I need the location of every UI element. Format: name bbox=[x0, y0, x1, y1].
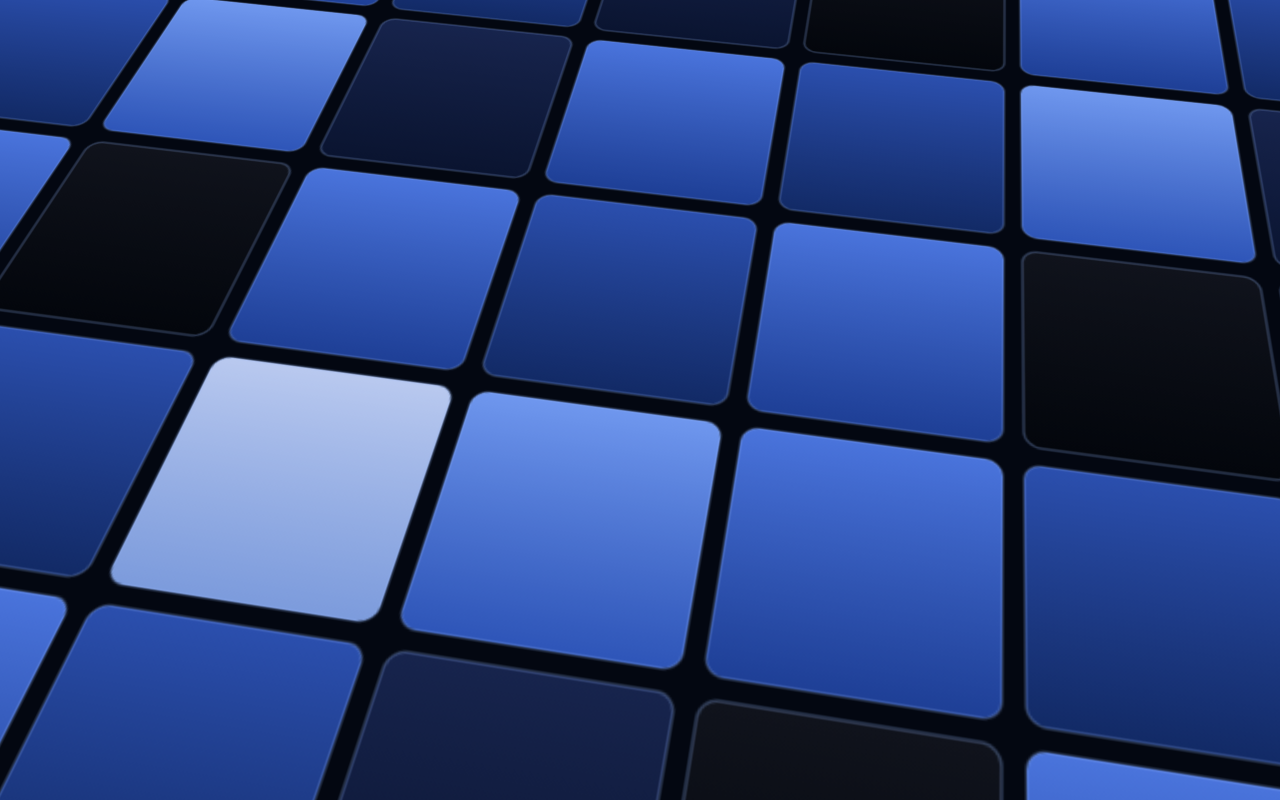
text-editor-icon bbox=[107, 5, 130, 28]
search-icon bbox=[366, 412, 396, 442]
kali-menu-button[interactable] bbox=[0, 0, 36, 33]
workspace-4[interactable]: 4 bbox=[314, 0, 344, 33]
search-input[interactable]: firefox www.kali bbox=[407, 411, 924, 443]
desktop-icon-label: Home bbox=[42, 105, 77, 119]
firefox-launcher-button[interactable] bbox=[135, 0, 168, 33]
close-icon bbox=[918, 383, 926, 391]
workspace-3[interactable]: 3 bbox=[284, 0, 314, 33]
workspace-1[interactable]: 1 bbox=[224, 0, 254, 33]
window-controls bbox=[868, 379, 930, 395]
battery-icon bbox=[1051, 10, 1072, 24]
volume-button[interactable] bbox=[1081, 0, 1110, 33]
taskbar-application-finder-button[interactable] bbox=[357, 0, 391, 33]
wallpaper-glow bbox=[0, 470, 580, 800]
home-icon bbox=[32, 48, 88, 100]
preferences-button[interactable]: Preferences bbox=[366, 454, 478, 479]
file-manager-icon bbox=[74, 5, 97, 28]
lock-screen-button[interactable] bbox=[1222, 0, 1248, 33]
logout-button[interactable] bbox=[1248, 0, 1280, 33]
desktop-icon-home[interactable]: Home bbox=[14, 48, 106, 119]
terminal-dropdown-launcher-button[interactable] bbox=[168, 0, 211, 33]
kali-live-disc-icon bbox=[32, 345, 88, 397]
arrow-down-icon[interactable] bbox=[901, 420, 915, 435]
panel-clock[interactable]: 5:50 bbox=[1173, 9, 1222, 24]
window-titlebar[interactable]: Application Finder bbox=[353, 373, 937, 400]
battery-indicator-button[interactable] bbox=[1046, 0, 1077, 33]
gear-icon bbox=[377, 460, 391, 474]
desktop-icon-list: Home File System Trash bbox=[14, 48, 106, 515]
kali-menu-icon bbox=[5, 4, 31, 30]
desktop-icon-kali-live[interactable]: Kali Live bbox=[14, 345, 106, 416]
desktop-icon-file-system[interactable]: File System bbox=[14, 147, 106, 218]
dialog-body: firefox www.kali Preferenc bbox=[353, 400, 937, 492]
volume-icon bbox=[1086, 9, 1105, 25]
text-editor-launcher-button[interactable] bbox=[102, 0, 135, 33]
panel-separator bbox=[217, 6, 218, 28]
application-finder-icon bbox=[360, 379, 375, 394]
updates-icon bbox=[1150, 8, 1168, 26]
workspace-2[interactable]: 2 bbox=[254, 0, 284, 33]
lock-icon bbox=[1227, 8, 1243, 25]
maximize-button[interactable] bbox=[891, 379, 907, 395]
launch-icon bbox=[849, 459, 864, 474]
chevron-down-icon bbox=[197, 13, 206, 20]
terminal-dropdown-icon bbox=[173, 6, 194, 27]
power-icon bbox=[1253, 8, 1270, 25]
notifications-icon bbox=[1119, 9, 1136, 25]
desktop-icon-label: Floppy Disk bbox=[25, 501, 95, 515]
close-button[interactable] bbox=[914, 379, 930, 395]
desktop-icon-floppy-disk[interactable]: Floppy Disk bbox=[14, 444, 106, 515]
desktop-icon-trash[interactable]: Trash bbox=[14, 246, 106, 317]
file-manager-launcher-button[interactable] bbox=[69, 0, 102, 33]
trash-icon bbox=[32, 246, 88, 298]
launch-button[interactable]: Launch bbox=[838, 454, 924, 479]
updates-indicator-button[interactable] bbox=[1145, 0, 1173, 33]
text-caret bbox=[523, 419, 524, 435]
terminal-launcher-button[interactable] bbox=[36, 0, 69, 33]
terminal-window-icon bbox=[41, 5, 64, 28]
search-row: firefox www.kali bbox=[366, 411, 924, 443]
launch-button-label: Launch bbox=[870, 459, 913, 474]
floppy-disk-icon bbox=[32, 444, 88, 496]
panel-separator bbox=[350, 6, 351, 28]
firefox-icon bbox=[140, 5, 163, 28]
button-row: Preferences Launch bbox=[366, 454, 924, 479]
application-finder-icon bbox=[364, 7, 384, 27]
top-panel: 1 2 3 4 bbox=[0, 0, 1280, 33]
system-tray bbox=[1046, 0, 1173, 33]
application-finder-window: Application Finder firefox www.kali bbox=[352, 372, 938, 493]
window-title: Application Finder bbox=[353, 380, 937, 394]
search-input-value: firefox www.kali bbox=[419, 420, 522, 435]
file-system-icon bbox=[32, 147, 88, 199]
notifications-button[interactable] bbox=[1114, 0, 1141, 33]
desktop-icon-label: File System bbox=[26, 204, 95, 218]
preferences-button-label: Preferences bbox=[397, 459, 467, 474]
desktop-icon-label: Trash bbox=[44, 303, 76, 317]
desktop-icon-label: Kali Live bbox=[35, 402, 85, 416]
minimize-button[interactable] bbox=[868, 379, 884, 395]
